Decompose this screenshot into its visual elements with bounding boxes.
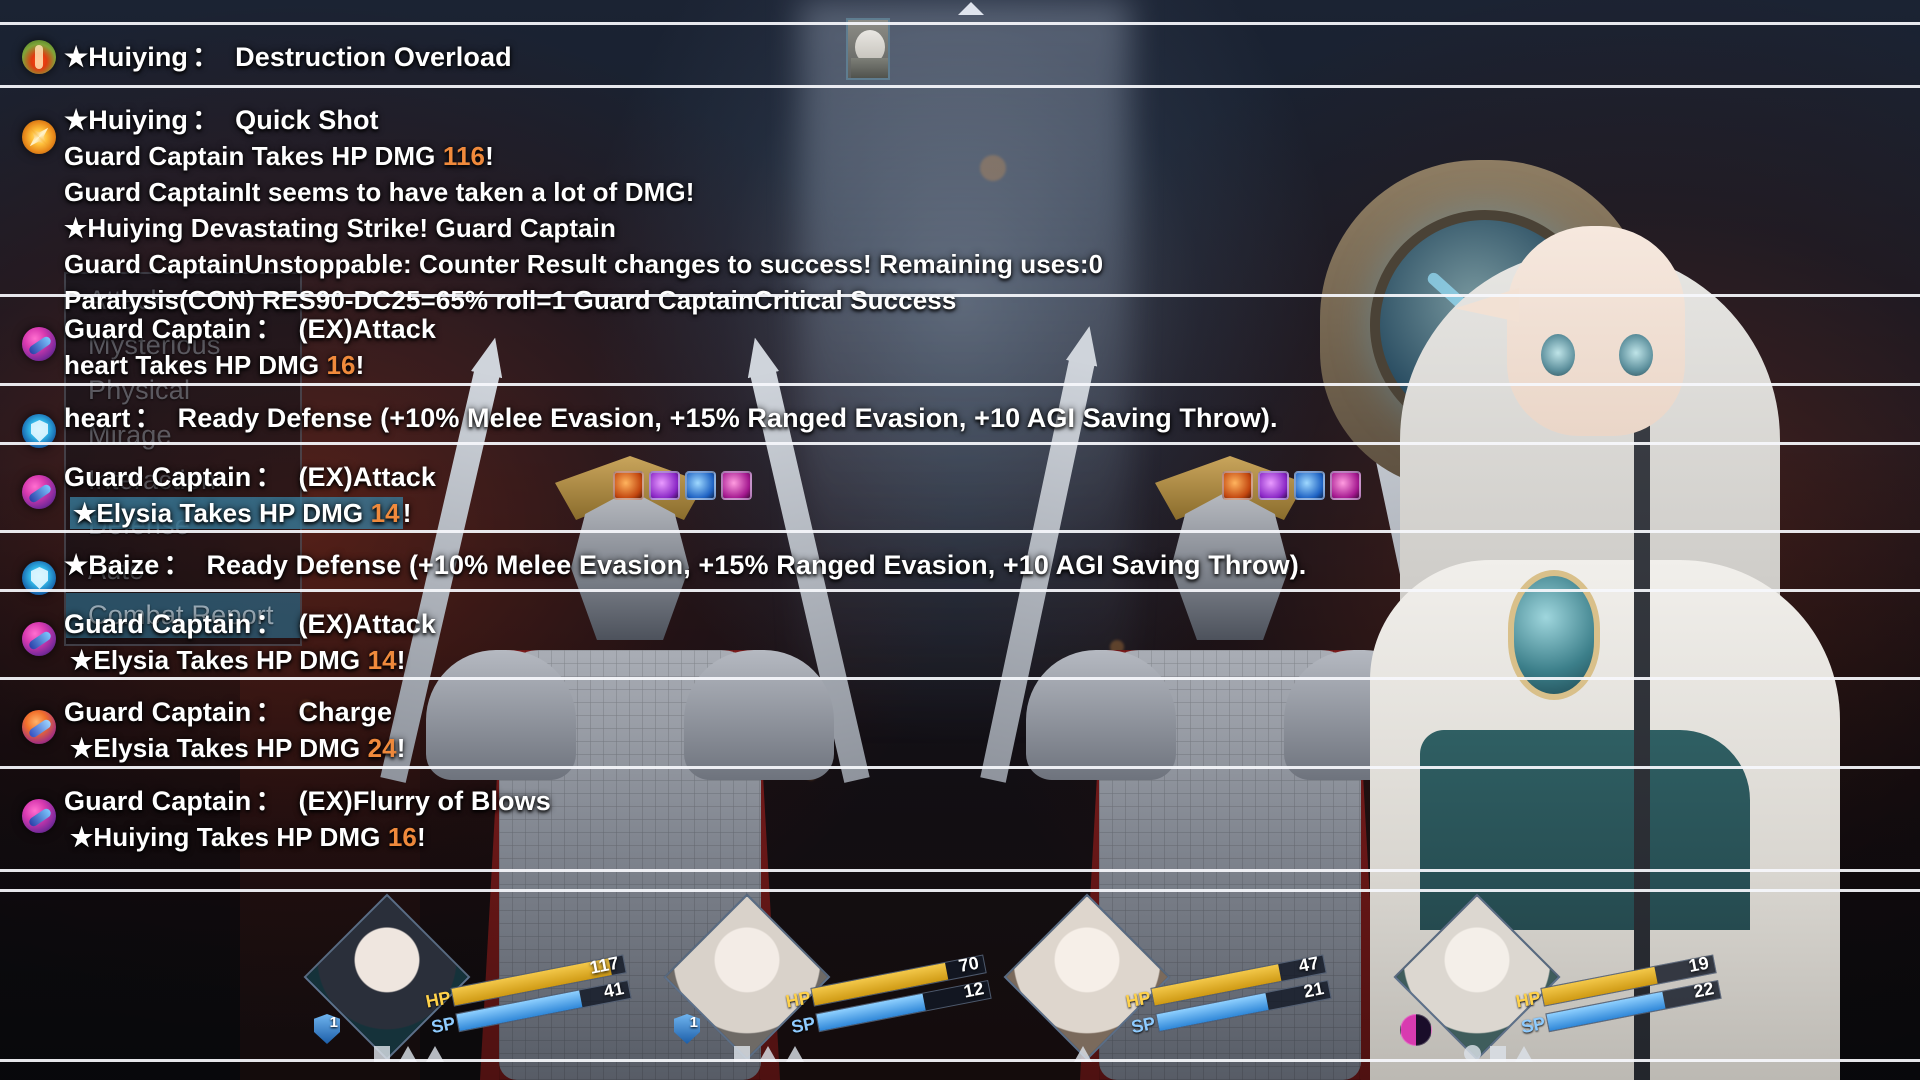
log-action-line: Guard Captain： (EX)Attack: [0, 459, 1920, 495]
sp-value: 41: [601, 978, 626, 1002]
log-damage-value: 16: [387, 822, 417, 852]
log-action-line: Guard Captain： (EX)Flurry of Blows: [0, 783, 1920, 819]
log-colon: ：: [255, 462, 283, 492]
log-action-name: Quick Shot: [235, 105, 379, 135]
log-row[interactable]: ★Huiying： Destruction Overload: [0, 22, 1920, 89]
log-damage-value: 116: [442, 141, 486, 171]
hp-value: 19: [1686, 952, 1711, 977]
log-row[interactable]: heart： Ready Defense (+10% Melee Evasion,…: [0, 383, 1920, 450]
party-member-1[interactable]: HP 117 SP 41 1: [300, 890, 632, 1080]
log-actor-name: ★Baize: [64, 550, 160, 580]
log-colon: ：: [255, 786, 283, 816]
log-damage-value: 14: [367, 645, 397, 675]
log-action-name: (EX)Flurry of Blows: [298, 786, 551, 816]
log-detail-line: heart Takes HP DMG 16!: [0, 347, 1920, 383]
party-member-2[interactable]: HP 70 SP 12 1: [660, 890, 992, 1080]
log-damage-prefix: ★Huiying Takes HP DMG: [70, 822, 388, 852]
log-text: Guard CaptainIt seems to have taken a lo…: [64, 177, 695, 207]
sp-label: SP: [429, 1012, 457, 1038]
log-action-line: ★Huiying： Quick Shot: [0, 102, 1920, 138]
log-damage-prefix: ★Elysia Takes HP DMG: [70, 733, 368, 763]
party-divider-top: [0, 889, 1920, 892]
log-actor-name: ★Huiying: [64, 105, 189, 135]
shield-icon: 1: [674, 1014, 700, 1044]
log-damage-text: ★Elysia Takes HP DMG 14: [70, 497, 403, 529]
sp-value: 12: [961, 978, 986, 1002]
log-action-name: Destruction Overload: [235, 42, 512, 72]
log-row[interactable]: Guard Captain： Charge ★Elysia Takes HP DMG…: [0, 677, 1920, 780]
log-damage-value: 24: [367, 733, 397, 763]
log-text: ★Huiying Devastating Strike! Guard Capta…: [64, 213, 616, 243]
log-damage-text: ★Elysia Takes HP DMG 14: [70, 645, 397, 675]
party-member-4[interactable]: HP 19 SP 22: [1390, 890, 1722, 1080]
log-actor-name: Guard Captain: [64, 609, 252, 639]
log-action-line: Guard Captain： (EX)Attack: [0, 606, 1920, 642]
log-colon: ：: [255, 314, 283, 344]
sp-value: 21: [1301, 978, 1326, 1002]
log-colon: ：: [134, 403, 162, 433]
log-colon: ：: [255, 697, 283, 727]
party-divider-bottom: [0, 1059, 1920, 1062]
log-damage-value: 14: [370, 498, 400, 528]
log-damage-text: Guard Captain Takes HP DMG 116: [64, 141, 485, 171]
log-damage-suffix: !: [355, 350, 365, 380]
log-damage-suffix: !: [416, 822, 426, 852]
log-damage-suffix: !: [485, 141, 494, 171]
log-action-name: (EX)Attack: [298, 609, 436, 639]
log-detail-line: ★Elysia Takes HP DMG 14!: [0, 495, 1920, 531]
log-actor-name: heart: [64, 403, 131, 433]
log-damage-text: heart Takes HP DMG 16: [64, 350, 356, 380]
hp-value: 70: [956, 952, 981, 977]
log-row[interactable]: Guard Captain： (EX)Flurry of Blows ★Huiyin…: [0, 766, 1920, 872]
log-damage-value: 16: [326, 350, 356, 380]
log-damage-suffix: !: [396, 645, 406, 675]
log-damage-text: ★Huiying Takes HP DMG 16: [70, 822, 417, 852]
log-detail-line: ★Huiying Takes HP DMG 16!: [0, 819, 1920, 855]
log-action-line: ★Huiying： Destruction Overload: [0, 39, 1920, 75]
log-damage-text: ★Elysia Takes HP DMG 24: [70, 733, 397, 763]
hp-value: 47: [1296, 952, 1321, 977]
log-damage-prefix: Guard Captain Takes HP DMG: [64, 141, 443, 171]
log-action-name: Charge: [298, 697, 393, 727]
log-detail-line: Guard CaptainUnstoppable: Counter Result…: [0, 246, 1920, 282]
log-damage-prefix: ★Elysia Takes HP DMG: [70, 645, 368, 675]
log-colon: ：: [192, 105, 220, 135]
log-detail-line: ★Elysia Takes HP DMG 24!: [0, 730, 1920, 766]
shield-icon: 1: [314, 1014, 340, 1044]
log-actor-name: Guard Captain: [64, 314, 252, 344]
log-detail-line: ★Elysia Takes HP DMG 14!: [0, 642, 1920, 678]
sp-label: SP: [1519, 1012, 1547, 1038]
log-detail-line: ★Huiying Devastating Strike! Guard Capta…: [0, 210, 1920, 246]
sp-label: SP: [1129, 1012, 1157, 1038]
log-action-line: ★Baize： Ready Defense (+10% Melee Evasion…: [0, 547, 1920, 583]
log-action-line: heart： Ready Defense (+10% Melee Evasion,…: [0, 400, 1920, 436]
log-actor-name: Guard Captain: [64, 697, 252, 727]
sp-label: SP: [789, 1012, 817, 1038]
log-damage-suffix: !: [396, 733, 406, 763]
party-member-3[interactable]: HP 47 SP 21: [1000, 890, 1332, 1080]
log-detail-line: Guard CaptainIt seems to have taken a lo…: [0, 174, 1920, 210]
log-detail-line: Guard Captain Takes HP DMG 116!: [0, 138, 1920, 174]
log-action-name: Ready Defense (+10% Melee Evasion, +15% …: [177, 403, 1278, 433]
log-action-line: Guard Captain： (EX)Attack: [0, 311, 1920, 347]
log-row[interactable]: ★Baize： Ready Defense (+10% Melee Evasion…: [0, 530, 1920, 597]
log-colon: ：: [163, 550, 191, 580]
log-colon: ：: [255, 609, 283, 639]
log-actor-name: Guard Captain: [64, 786, 252, 816]
log-actor-name: Guard Captain: [64, 462, 252, 492]
party-status-bar[interactable]: HP 117 SP 41 1 HP 70 SP 12 1 HP 47 SP 21 HP 19 SP 22: [0, 890, 1920, 1080]
log-damage-suffix: !: [402, 498, 412, 528]
yin-yang-icon: [1400, 1014, 1432, 1046]
log-colon: ：: [192, 42, 220, 72]
log-action-name: Ready Defense (+10% Melee Evasion, +15% …: [206, 550, 1307, 580]
log-action-name: (EX)Attack: [298, 462, 436, 492]
log-text: Guard CaptainUnstoppable: Counter Result…: [64, 249, 1104, 279]
log-row[interactable]: Guard Captain： (EX)Attack heart Takes HP D…: [0, 294, 1920, 397]
log-action-name: (EX)Attack: [298, 314, 436, 344]
log-damage-prefix: ★Elysia Takes HP DMG: [73, 498, 371, 528]
log-damage-prefix: heart Takes HP DMG: [64, 350, 327, 380]
log-action-line: Guard Captain： Charge: [0, 694, 1920, 730]
log-actor-name: ★Huiying: [64, 42, 189, 72]
sp-value: 22: [1691, 978, 1716, 1002]
